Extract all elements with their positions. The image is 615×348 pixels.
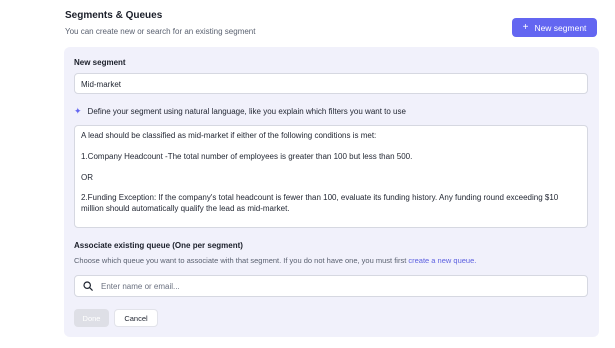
segment-name-field[interactable]: Mid-market bbox=[74, 73, 588, 94]
queue-search-input[interactable] bbox=[101, 281, 579, 291]
queue-label: Associate existing queue (One per segmen… bbox=[74, 241, 243, 250]
plus-icon: + bbox=[522, 21, 529, 33]
queue-help-body: Choose which queue you want to associate… bbox=[74, 256, 407, 265]
queue-help-text: Choose which queue you want to associate… bbox=[74, 256, 476, 265]
sparkle-icon: ✦ bbox=[74, 106, 82, 116]
done-button[interactable]: Done bbox=[74, 309, 109, 327]
ai-prompt-row: ✦ Define your segment using natural lang… bbox=[74, 106, 406, 117]
description-line: A lead should be classified as mid-marke… bbox=[81, 131, 377, 140]
ai-prompt-text: Define your segment using natural langua… bbox=[87, 107, 406, 116]
page-subtitle: You can create new or search for an exis… bbox=[65, 27, 256, 36]
description-line: OR bbox=[81, 172, 93, 182]
cancel-button[interactable]: Cancel bbox=[114, 309, 158, 327]
queue-search-field[interactable] bbox=[74, 275, 588, 297]
create-queue-link[interactable]: create a new queue. bbox=[408, 256, 476, 265]
new-segment-button-label: New segment bbox=[534, 22, 587, 33]
search-icon bbox=[83, 281, 93, 291]
segment-description-textarea[interactable]: A lead should be classified as mid-marke… bbox=[74, 125, 588, 228]
segment-name-label: New segment bbox=[74, 58, 126, 67]
page-title: Segments & Queues bbox=[65, 10, 163, 21]
new-segment-button[interactable]: + New segment bbox=[512, 18, 597, 37]
description-line: 2.Funding Exception: If the company's to… bbox=[81, 193, 559, 214]
description-line: 1.Company Headcount -The total number of… bbox=[81, 151, 413, 161]
